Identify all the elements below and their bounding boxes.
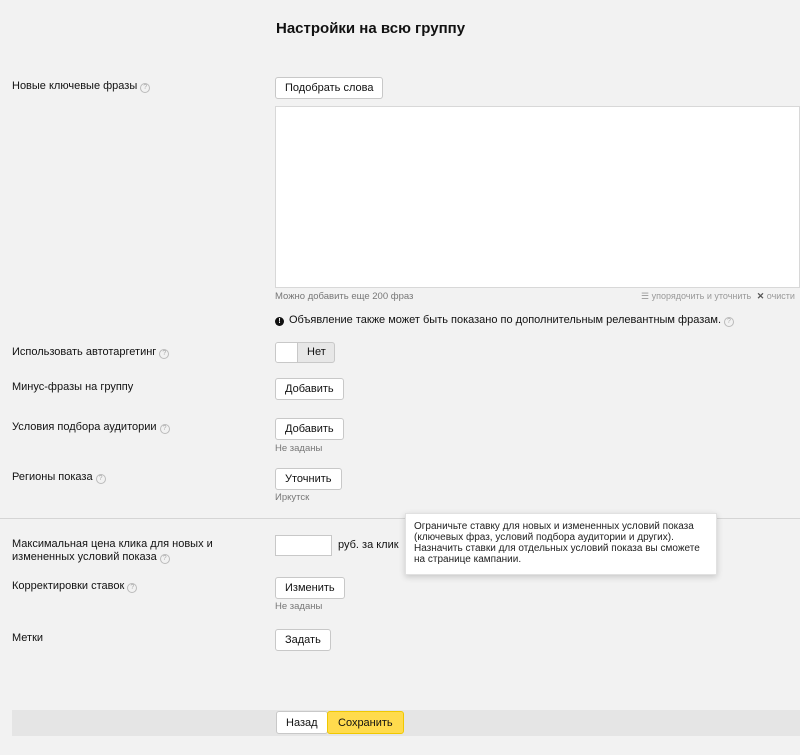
regions-label: Регионы показа? [12,471,106,484]
info-icon: ! [275,317,284,326]
max-price-tooltip: Ограничьте ставку для новых и измененных… [405,513,717,575]
help-icon[interactable]: ? [159,349,170,359]
refine-regions-button[interactable]: Уточнить [275,468,342,490]
max-price-input[interactable] [275,535,332,556]
keywords-textarea[interactable] [275,106,800,288]
tooltip-line: Ограничьте ставку для новых и измененных… [414,521,694,532]
add-audience-button[interactable]: Добавить [275,418,344,440]
help-icon[interactable]: ? [127,583,138,593]
clear-link[interactable]: очисти [767,291,795,301]
toggle-knob [276,343,298,362]
tooltip-line: Назначить ставки для отдельных условий п… [414,543,700,554]
relevant-phrases-text: Объявление также может быть показано по … [289,314,721,326]
bid-adjustments-label: Корректировки ставок? [12,580,138,593]
relevant-phrases-info: ! Объявление также может быть показано по… [275,314,734,327]
audience-label-text: Условия подбора аудитории [12,421,157,433]
tooltip-line: (ключевых фраз, условий подбора аудитори… [414,532,674,543]
help-icon[interactable]: ? [159,554,170,564]
change-bid-adjustments-button[interactable]: Изменить [275,577,345,599]
audience-label: Условия подбора аудитории? [12,421,170,434]
bid-adjustments-status: Не заданы [275,601,323,612]
clear-icon[interactable]: ✕ [757,291,765,301]
back-button[interactable]: Назад [276,711,328,734]
autotargeting-label-text: Использовать автотаргетинг [12,346,157,358]
footer-bar [12,710,800,736]
toggle-value: Нет [307,346,326,358]
keywords-hint: Можно добавить еще 200 фраз [275,291,414,302]
price-unit: руб. за клик [338,539,399,551]
help-icon[interactable]: ? [95,474,106,484]
autotargeting-toggle[interactable]: Нет [275,342,335,363]
page-title: Настройки на всю группу [276,20,466,37]
autotargeting-label: Использовать автотаргетинг? [12,346,170,359]
max-price-label-line2: измененных условий показа [12,551,157,563]
bid-adjustments-label-text: Корректировки ставок [12,580,125,592]
tooltip-line: на странице кампании. [414,554,522,565]
pick-words-button[interactable]: Подобрать слова [275,77,384,99]
add-minus-phrases-button[interactable]: Добавить [275,378,344,400]
minus-phrases-label: Минус-фразы на группу [12,381,134,393]
save-button[interactable]: Сохранить [327,711,404,734]
regions-value: Иркутск [275,492,310,503]
help-icon[interactable]: ? [140,83,151,93]
keywords-label-text: Новые ключевые фразы [12,80,138,92]
tags-label: Метки [12,632,44,644]
help-icon[interactable]: ? [724,317,734,327]
set-tags-button[interactable]: Задать [275,629,331,651]
audience-status: Не заданы [275,443,323,454]
max-price-label-line1: Максимальная цена клика для новых и [12,538,213,550]
sort-icon: ☰ [641,291,650,301]
regions-label-text: Регионы показа [12,471,93,483]
max-price-label: Максимальная цена клика для новых и изме… [12,538,213,564]
keywords-controls: ☰ упорядочить и уточнить ✕ очисти [641,291,795,302]
refine-link[interactable]: упорядочить и уточнить [652,291,752,301]
help-icon[interactable]: ? [159,424,170,434]
keywords-label: Новые ключевые фразы? [12,80,151,93]
